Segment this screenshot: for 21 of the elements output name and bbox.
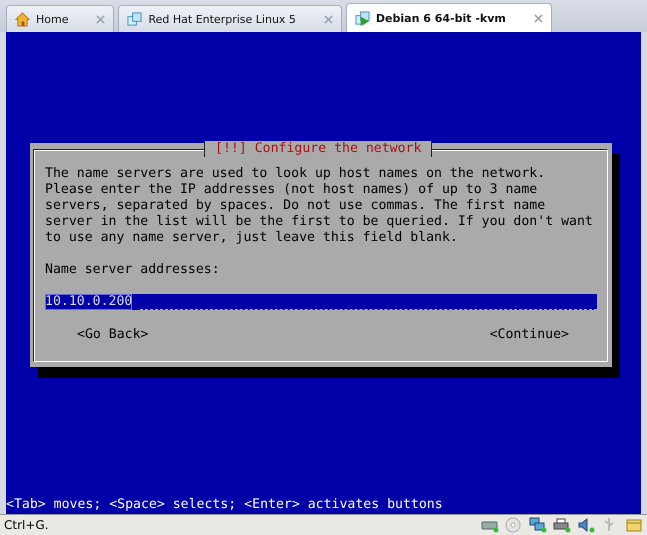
dialog-title: [!!] Configure the network xyxy=(204,141,432,157)
house-icon xyxy=(15,12,30,26)
status-text: Ctrl+G. xyxy=(4,518,49,532)
close-icon[interactable] xyxy=(96,14,106,24)
tab[interactable]: Red Hat Enterprise Linux 5 xyxy=(118,5,342,32)
dialog-message: The name servers are used to look up host names on the network. Please enter the IP addresses (not host names) of up to 3 name servers, separated by spaces. Do not use commas. The first name server in the list will be the first to be queried. If you don't want to use any name server, just leave this field blank. xyxy=(45,166,594,246)
network-icon[interactable] xyxy=(529,517,547,533)
close-icon[interactable] xyxy=(534,14,543,22)
tab[interactable]: Home xyxy=(6,5,114,32)
vm-icon xyxy=(127,12,142,26)
close-icon[interactable] xyxy=(324,14,333,24)
printer-icon[interactable] xyxy=(553,517,571,533)
vm-running-icon xyxy=(354,10,370,26)
speaker-icon[interactable] xyxy=(577,517,595,533)
help-line: <Tab> moves; <Space> selects; <Enter> activates buttons xyxy=(6,497,444,514)
continue-button[interactable]: <Continue> xyxy=(490,327,569,343)
input-field[interactable]: 10.10.0.200 xyxy=(45,294,597,310)
cd-icon[interactable] xyxy=(505,517,523,533)
back-button[interactable]: <Go Back> xyxy=(77,327,148,343)
field-label: Name server addresses: xyxy=(45,262,221,278)
tab[interactable]: Debian 6 64-bit -kvm xyxy=(346,3,552,32)
